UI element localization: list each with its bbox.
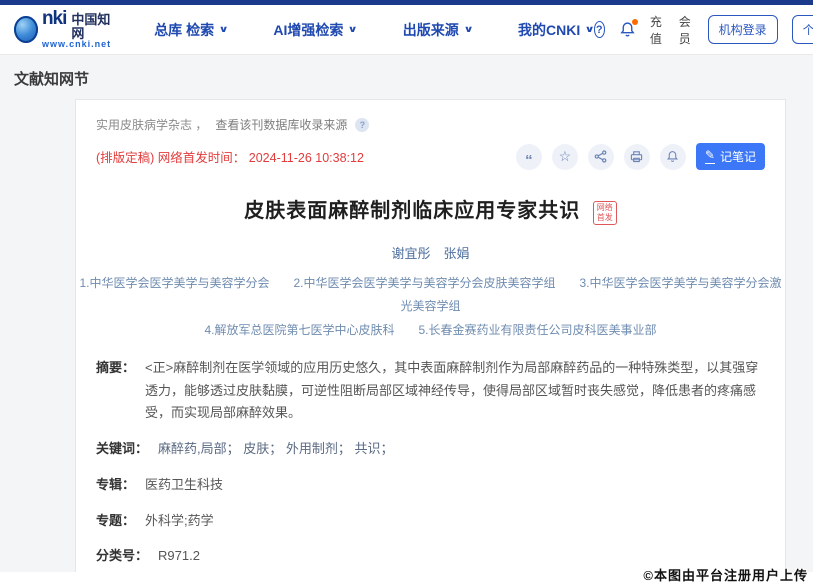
globe-icon: [14, 16, 38, 43]
keywords-label: 关键词：: [96, 438, 148, 457]
alert-bell-button[interactable]: [660, 144, 686, 170]
logo-brand-cn: 中国知网: [71, 13, 114, 40]
logo-nki-text: nki: [42, 9, 66, 29]
member-link[interactable]: 会员: [679, 13, 694, 47]
nav-item-sources[interactable]: 出版来源 ∨: [403, 20, 472, 40]
print-button[interactable]: [624, 144, 650, 170]
album-section: 专辑： 医药卫生科技: [76, 467, 785, 503]
star-icon: ☆: [559, 148, 572, 165]
take-note-button[interactable]: ✎ 记笔记: [696, 143, 765, 170]
topic-section: 专题： 外科学;药学: [76, 503, 785, 539]
keywords-section: 关键词： 麻醉药,局部； 皮肤； 外用制剂； 共识；: [76, 431, 785, 467]
affiliation-line[interactable]: 1.中华医学会医学美学与美容学分会 2.中华医学会医学美学与美容学分会皮肤美容学…: [76, 272, 785, 319]
logo-brand-url: www.cnki.net: [42, 40, 114, 49]
journal-row: 实用皮肤病学杂志 ， 查看该刊数据库收录来源 ?: [76, 100, 785, 133]
chevron-down-icon: ∨: [585, 24, 595, 35]
chevron-down-icon: ∨: [348, 24, 358, 35]
notifications-bell-icon[interactable]: [619, 21, 636, 38]
help-icon[interactable]: ?: [594, 21, 605, 38]
printer-icon: [630, 150, 643, 163]
chevron-down-icon: ∨: [463, 24, 473, 35]
article-card: 实用皮肤病学杂志 ， 查看该刊数据库收录来源 ? (排版定稿) 网络首发时间： …: [75, 99, 786, 585]
abstract-text: <正>麻醉制剂在医学领域的应用历史悠久，其中表面麻醉制剂作为局部麻醉药品的一种特…: [145, 357, 765, 425]
notification-dot: [632, 19, 638, 25]
clc-value: R971.2: [158, 545, 200, 568]
recharge-link[interactable]: 充值: [650, 13, 665, 47]
topic-value: 外科学;药学: [145, 510, 214, 533]
keywords-value[interactable]: 麻醉药,局部； 皮肤； 外用制剂； 共识；: [158, 438, 393, 461]
title-block: 皮肤表面麻醉制剂临床应用专家共识 网络 首发: [76, 194, 785, 225]
info-icon[interactable]: ?: [355, 118, 369, 132]
header-right: ? 充值 会员 机构登录 个人登录: [594, 13, 813, 47]
share-button[interactable]: [588, 144, 614, 170]
favorite-button[interactable]: ☆: [552, 144, 578, 170]
bell-icon: [666, 150, 679, 163]
clc-label: 分类号：: [96, 545, 148, 564]
pencil-icon: ✎: [705, 149, 715, 163]
cnki-logo[interactable]: nki 中国知网 www.cnki.net: [14, 9, 114, 50]
affiliations: 1.中华医学会医学美学与美容学分会 2.中华医学会医学美学与美容学分会皮肤美容学…: [76, 272, 785, 342]
personal-login-button[interactable]: 个人登录: [792, 15, 813, 44]
journal-name-link[interactable]: 实用皮肤病学杂志 ，: [96, 116, 207, 133]
affiliation-line[interactable]: 4.解放军总医院第七医学中心皮肤科 5.长春金赛药业有限责任公司皮科医美事业部: [76, 319, 785, 342]
org-login-button[interactable]: 机构登录: [708, 15, 778, 44]
abstract-section: 摘要： <正>麻醉制剂在医学领域的应用历史悠久，其中表面麻醉制剂作为局部麻醉药品…: [76, 350, 785, 431]
main-nav: 总库 检索 ∨ AI增强检索 ∨ 出版来源 ∨ 我的CNKI ∨: [154, 20, 593, 40]
nav-item-search[interactable]: 总库 检索 ∨: [154, 20, 227, 40]
publish-status: (排版定稿) 网络首发时间： 2024-11-26 10:38:12: [96, 147, 364, 166]
share-icon: [594, 150, 607, 163]
abstract-label: 摘要：: [96, 357, 135, 376]
article-title: 皮肤表面麻醉制剂临床应用专家共识: [244, 200, 580, 222]
status-row: (排版定稿) 网络首发时间： 2024-11-26 10:38:12 “ ☆: [76, 133, 785, 170]
chevron-down-icon: ∨: [219, 24, 229, 35]
topic-label: 专题：: [96, 510, 135, 529]
cite-button[interactable]: “: [516, 144, 542, 170]
album-label: 专辑：: [96, 474, 135, 493]
site-header: nki 中国知网 www.cnki.net 总库 检索 ∨ AI增强检索 ∨ 出…: [0, 5, 813, 55]
nav-item-my-cnki[interactable]: 我的CNKI ∨: [518, 20, 594, 40]
page-title: 文献知网节: [14, 68, 813, 89]
authors[interactable]: 谢宜彤 张娟: [76, 243, 785, 262]
nav-item-ai-search[interactable]: AI增强检索 ∨: [273, 20, 356, 40]
database-source-link[interactable]: 查看该刊数据库收录来源: [215, 116, 347, 133]
album-value: 医药卫生科技: [145, 474, 223, 497]
upload-watermark: ©本图由平台注册用户上传: [643, 565, 808, 584]
page: nki 中国知网 www.cnki.net 总库 检索 ∨ AI增强检索 ∨ 出…: [0, 0, 813, 585]
article-actions: “ ☆: [516, 143, 765, 170]
online-first-badge: 网络 首发: [593, 201, 617, 225]
